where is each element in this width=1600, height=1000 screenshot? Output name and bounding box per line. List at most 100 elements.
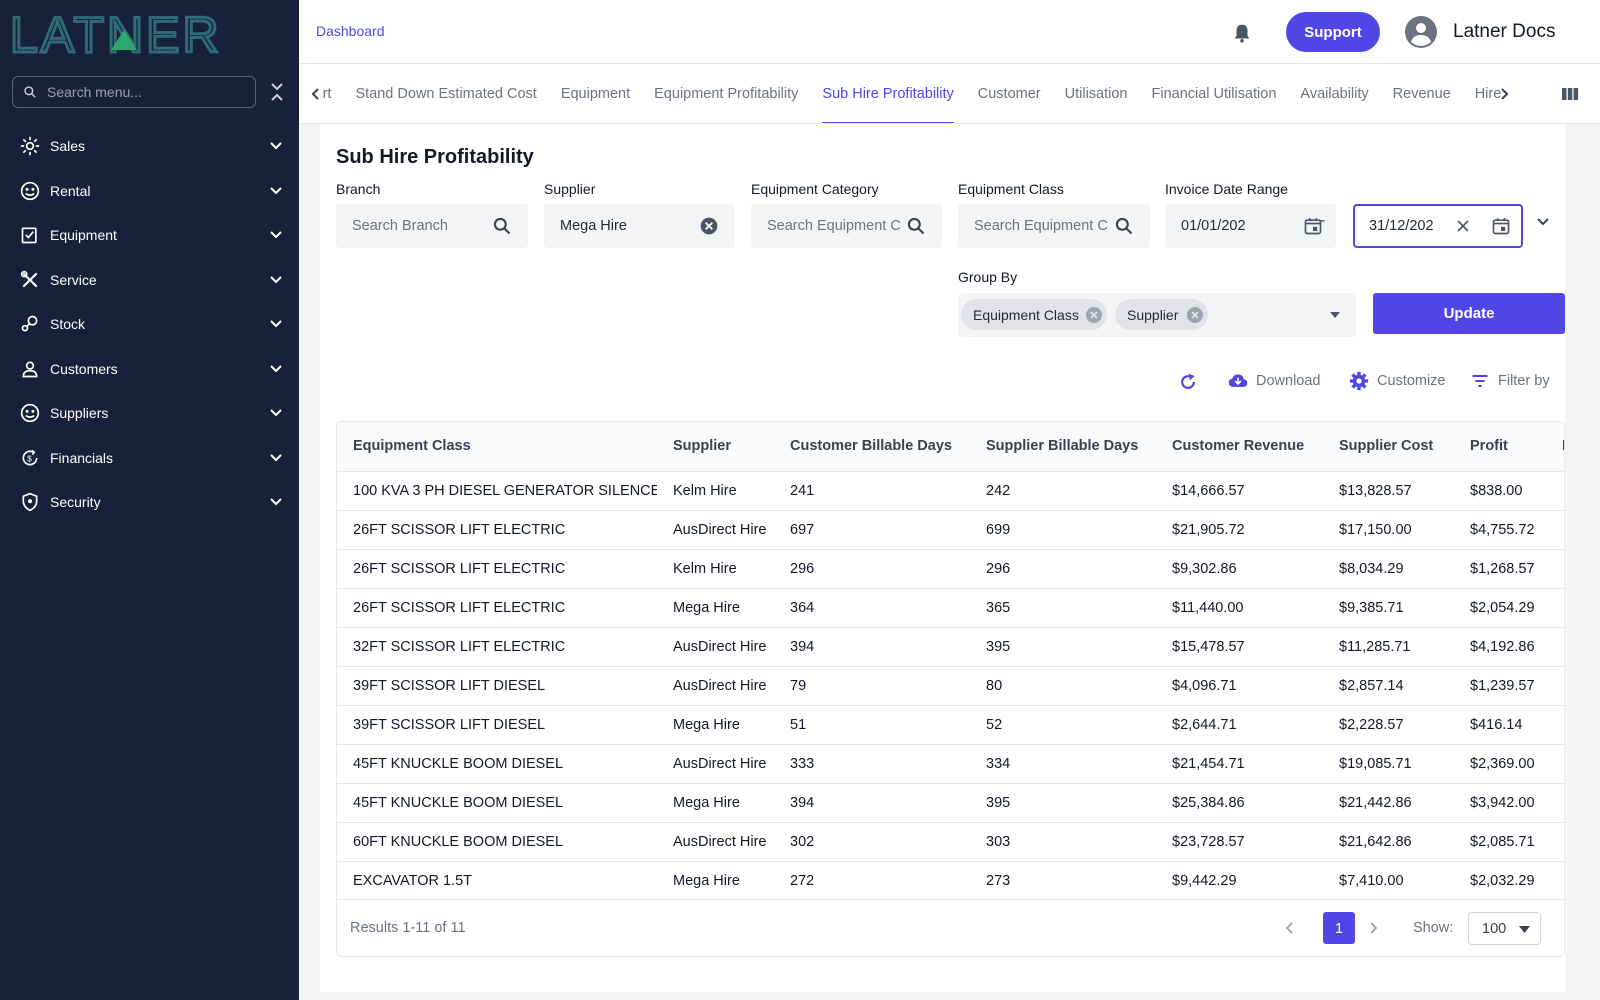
sidebar-item-security[interactable]: Security [0, 480, 299, 525]
date-to-input[interactable] [1369, 218, 1459, 234]
table-cell: $1,239.57 [1470, 677, 1535, 694]
column-header[interactable]: Equipment Class [337, 422, 657, 471]
clear-icon[interactable] [1453, 216, 1473, 236]
tab-chart[interactable]: Chart [323, 64, 343, 123]
column-header[interactable]: Profit [1454, 422, 1546, 471]
table-row[interactable]: 32FT SCISSOR LIFT ELECTRIC AusDirect Hire… [337, 627, 1564, 666]
tabs-scroll-right-icon[interactable] [1497, 84, 1513, 104]
equipment-class-input[interactable] [974, 218, 1114, 234]
tab-sub-hire-profitability[interactable]: Sub Hire Profitability [810, 64, 965, 123]
previous-page-icon[interactable] [1282, 920, 1298, 936]
menu-search-box[interactable] [12, 76, 256, 108]
page-1-button[interactable]: 1 [1323, 912, 1355, 944]
equipment-class-label: Equipment Class [958, 181, 1064, 197]
service-icon [19, 269, 41, 291]
table-row[interactable]: 39FT SCISSOR LIFT DIESEL AusDirect Hire 79… [337, 666, 1564, 705]
column-header[interactable]: Customer Billable Days [774, 422, 970, 471]
download-button[interactable]: Download [1228, 369, 1321, 393]
table-cell: 39FT SCISSOR LIFT DIESEL [353, 716, 546, 733]
table-cell: 45FT KNUCKLE BOOM DIESEL [353, 794, 564, 811]
group-by-select[interactable]: Equipment Class Supplier [958, 293, 1356, 337]
table-row[interactable]: 45FT KNUCKLE BOOM DIESEL AusDirect Hire 33… [337, 744, 1564, 783]
table-cell: 365 [986, 599, 1011, 616]
expand-filters-chevron-icon[interactable] [1535, 214, 1551, 230]
table-cell: $14,666.57 [1172, 482, 1245, 499]
branch-field[interactable] [336, 204, 528, 248]
collapse-icon[interactable] [268, 82, 286, 102]
supplier-field[interactable] [544, 204, 735, 248]
sidebar-item-stock[interactable]: Stock [0, 302, 299, 347]
sidebar-item-rental[interactable]: Rental [0, 169, 299, 214]
sidebar-item-label: Service [50, 271, 97, 288]
sidebar-item-equipment[interactable]: Equipment [0, 213, 299, 258]
tab-financial-utilisation[interactable]: Financial Utilisation [1139, 64, 1288, 123]
tab-equipment-profitability[interactable]: Equipment Profitability [642, 64, 810, 123]
sidebar-item-suppliers[interactable]: Suppliers [0, 391, 299, 436]
sidebar-item-customers[interactable]: Customers [0, 347, 299, 392]
date-to-field[interactable] [1353, 204, 1523, 248]
equipment-category-input[interactable] [767, 218, 907, 234]
column-header[interactable]: Supplier [657, 422, 774, 471]
rental-icon [19, 180, 41, 202]
date-from-input[interactable] [1181, 218, 1291, 234]
page-size-select[interactable]: 100 [1468, 912, 1541, 945]
sidebar-item-financials[interactable]: $ Financials [0, 436, 299, 481]
column-header[interactable]: Customer Revenue [1156, 422, 1323, 471]
table-cell [1546, 549, 1564, 588]
tab-availability[interactable]: Availability [1288, 64, 1380, 123]
table-cell: 395 [986, 638, 1011, 655]
results-table: Equipment Class Supplier Customer Billab… [336, 421, 1565, 957]
download-label: Download [1256, 373, 1321, 389]
table-row[interactable]: 26FT SCISSOR LIFT ELECTRIC Kelm Hire 296 29… [337, 549, 1564, 588]
equipment-category-field[interactable] [751, 204, 942, 248]
branch-input[interactable] [352, 218, 492, 234]
next-page-icon[interactable] [1365, 920, 1381, 936]
table-row[interactable]: EXCAVATOR 1.5T Mega Hire 272 273 $9,442.29 $7… [337, 861, 1564, 900]
table-cell: $4,192.86 [1470, 638, 1535, 655]
date-from-field[interactable] [1165, 204, 1336, 248]
table-cell [1546, 510, 1564, 549]
chip-remove-icon[interactable] [1085, 306, 1103, 324]
breadcrumb-dashboard[interactable]: Dashboard [316, 23, 385, 39]
table-row[interactable]: 26FT SCISSOR LIFT ELECTRIC AusDirect Hire… [337, 510, 1564, 549]
user-name[interactable]: Latner Docs [1453, 21, 1555, 43]
tab-customer[interactable]: Customer [966, 64, 1053, 123]
supplier-input[interactable] [560, 218, 700, 234]
dropdown-caret-icon[interactable] [1329, 311, 1341, 319]
sidebar-item-sales[interactable]: Sales [0, 124, 299, 169]
tabs-scroll-left-icon[interactable] [307, 84, 323, 104]
sidebar-item-service[interactable]: Service [0, 258, 299, 303]
results-count: Results 1-11 of 11 [350, 920, 466, 936]
tab-revenue[interactable]: Revenue [1381, 64, 1463, 123]
columns-view-icon[interactable] [1561, 85, 1579, 103]
equipment-class-field[interactable] [958, 204, 1150, 248]
tab-stand-down-estimated-cost[interactable]: Stand Down Estimated Cost [343, 64, 548, 123]
calendar-icon[interactable] [1491, 216, 1511, 236]
bell-icon[interactable] [1231, 22, 1253, 44]
user-avatar-icon[interactable] [1405, 16, 1437, 48]
customize-button[interactable]: Customize [1349, 369, 1446, 393]
column-header[interactable]: Margin [1546, 422, 1564, 471]
menu-search-input[interactable] [47, 84, 237, 100]
clear-circle-icon[interactable] [699, 216, 719, 236]
table-row[interactable]: 45FT KNUCKLE BOOM DIESEL Mega Hire 394 395 $… [337, 783, 1564, 822]
search-icon[interactable] [492, 216, 512, 236]
latner-logo[interactable]: LATNER [10, 10, 280, 54]
table-row[interactable]: 100 KVA 3 PH DIESEL GENERATOR SILENCED Ke… [337, 471, 1564, 510]
sales-icon [19, 135, 41, 157]
column-header[interactable]: Supplier Billable Days [970, 422, 1156, 471]
shield-icon [19, 491, 41, 513]
support-button[interactable]: Support [1286, 12, 1380, 52]
tab-utilisation[interactable]: Utilisation [1053, 64, 1140, 123]
table-row[interactable]: 39FT SCISSOR LIFT DIESEL Mega Hire 51 52 $2,… [337, 705, 1564, 744]
filter-by-button[interactable]: Filter by [1470, 369, 1550, 393]
table-row[interactable]: 26FT SCISSOR LIFT ELECTRIC Mega Hire 364 36… [337, 588, 1564, 627]
chip-remove-icon[interactable] [1186, 306, 1204, 324]
column-header[interactable]: Supplier Cost [1323, 422, 1454, 471]
search-icon[interactable] [906, 216, 926, 236]
tab-equipment[interactable]: Equipment [549, 64, 642, 123]
table-row[interactable]: 60FT KNUCKLE BOOM DIESEL AusDirect Hire 30… [337, 822, 1564, 861]
refresh-icon[interactable] [1178, 372, 1198, 392]
search-icon[interactable] [1114, 216, 1134, 236]
update-button[interactable]: Update [1373, 293, 1565, 334]
